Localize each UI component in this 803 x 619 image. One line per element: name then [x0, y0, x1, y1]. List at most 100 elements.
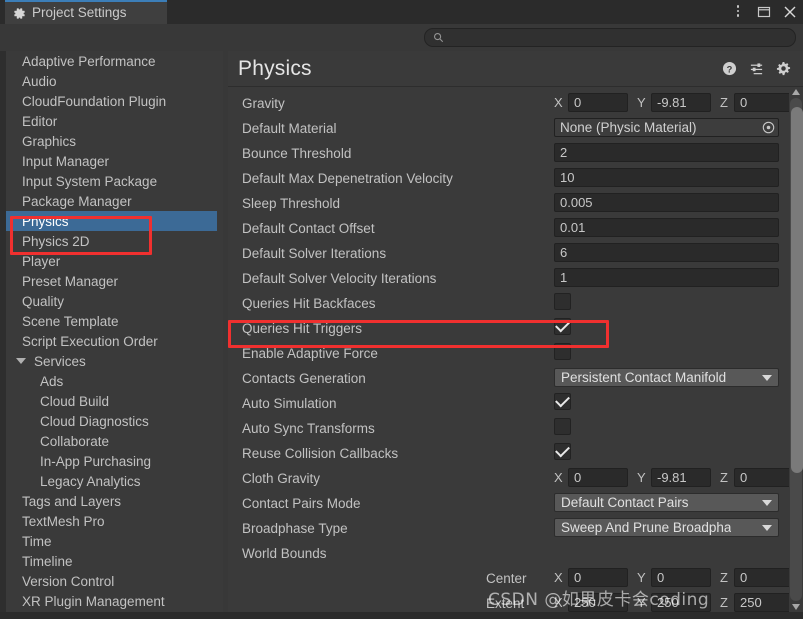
vector3-z-input[interactable]: 0: [734, 568, 794, 587]
vector3-x-input[interactable]: 0: [568, 568, 628, 587]
sidebar-item-scene-template[interactable]: Scene Template: [6, 311, 223, 331]
sidebar-item-audio[interactable]: Audio: [6, 71, 223, 91]
setting-control-contact-pairs-mode[interactable]: Default Contact Pairs: [554, 493, 779, 512]
sidebar-item-physics[interactable]: Physics: [6, 211, 217, 231]
sidebar-item-collaborate[interactable]: Collaborate: [6, 431, 223, 451]
setting-control-bounce-threshold[interactable]: 2: [554, 143, 779, 162]
search-input[interactable]: [444, 31, 787, 44]
text-input-default-max-depenetration-velocity[interactable]: 10: [554, 168, 779, 187]
settings-category-list[interactable]: Adaptive Performance Audio CloudFoundation…: [6, 51, 223, 612]
sidebar-item-adaptive-performance[interactable]: Adaptive Performance: [6, 51, 223, 71]
sidebar-item-script-execution-order[interactable]: Script Execution Order: [6, 331, 223, 351]
vector3-x-input[interactable]: 0: [568, 93, 628, 112]
dropdown-contacts-generation[interactable]: Persistent Contact Manifold: [554, 368, 779, 387]
checkbox-enable-adaptive-force[interactable]: [554, 343, 571, 360]
checkbox-reuse-collision-callbacks[interactable]: [554, 443, 571, 460]
setting-control-queries-hit-triggers[interactable]: [554, 318, 571, 335]
sidebar-item-input-manager[interactable]: Input Manager: [6, 151, 223, 171]
search-box[interactable]: [424, 28, 796, 47]
scroll-down-arrow-icon[interactable]: [792, 604, 800, 610]
scroll-up-arrow-icon[interactable]: [792, 89, 800, 95]
setting-control-default-contact-offset[interactable]: 0.01: [554, 218, 779, 237]
text-input-bounce-threshold[interactable]: 2: [554, 143, 779, 162]
sidebar-item-cloudfoundation-plugin[interactable]: CloudFoundation Plugin: [6, 91, 223, 111]
setting-control-default-max-depenetration-velocity[interactable]: 10: [554, 168, 779, 187]
vector3-field[interactable]: X 0 Y -9.81 Z 0: [554, 468, 794, 487]
vector3-y-input[interactable]: 0: [651, 568, 711, 587]
vector3-z-input[interactable]: 0: [734, 468, 794, 487]
checkbox-auto-sync-transforms[interactable]: [554, 418, 571, 435]
chevron-down-icon[interactable]: [762, 524, 772, 531]
vertical-scrollbar[interactable]: [789, 87, 803, 612]
scrollbar-track[interactable]: [790, 98, 803, 601]
sidebar-item-physics-2d[interactable]: Physics 2D: [6, 231, 223, 251]
setting-control-auto-sync-transforms[interactable]: [554, 418, 571, 435]
sidebar-item-in-app-purchasing[interactable]: In-App Purchasing: [6, 451, 223, 471]
vector3-x-input[interactable]: 0: [568, 468, 628, 487]
sidebar-item-package-manager[interactable]: Package Manager: [6, 191, 223, 211]
close-icon[interactable]: [783, 5, 797, 19]
chevron-down-icon[interactable]: [762, 374, 772, 381]
text-input-default-solver-velocity-iterations[interactable]: 1: [554, 268, 779, 287]
vector3-y-input[interactable]: -9.81: [651, 468, 711, 487]
sidebar-item-ads[interactable]: Ads: [6, 371, 223, 391]
world-bounds-control-extent[interactable]: X 250 Y 250 Z 250: [554, 593, 794, 612]
settings-gear-icon[interactable]: [776, 61, 791, 76]
sidebar-item-legacy-analytics[interactable]: Legacy Analytics: [6, 471, 223, 491]
dropdown-contact-pairs-mode[interactable]: Default Contact Pairs: [554, 493, 779, 512]
world-bounds-control-center[interactable]: X0Y0Z0: [554, 568, 794, 587]
setting-control-auto-simulation[interactable]: [554, 393, 571, 410]
sidebar-item-input-system-package[interactable]: Input System Package: [6, 171, 223, 191]
chevron-down-icon[interactable]: [16, 358, 26, 364]
vector3-field[interactable]: X 0 Y -9.81 Z 0: [554, 93, 794, 112]
sidebar-item-cloud-diagnostics[interactable]: Cloud Diagnostics: [6, 411, 223, 431]
vector3-z-input[interactable]: 250: [734, 593, 794, 612]
tab-project-settings[interactable]: Project Settings: [5, 0, 167, 24]
sidebar-item-cloud-build[interactable]: Cloud Build: [6, 391, 223, 411]
sidebar-item-timeline[interactable]: Timeline: [6, 551, 223, 571]
setting-control-reuse-collision-callbacks[interactable]: [554, 443, 571, 460]
kebab-menu-icon[interactable]: [731, 5, 745, 19]
sidebar-item-xr-plugin-management[interactable]: XR Plugin Management: [6, 591, 223, 611]
sidebar-item-tags-and-layers[interactable]: Tags and Layers: [6, 491, 223, 511]
sidebar-item-time[interactable]: Time: [6, 531, 223, 551]
vector3-field[interactable]: X 250 Y 250 Z 250: [554, 593, 794, 612]
setting-control-gravity[interactable]: X 0 Y -9.81 Z 0: [554, 93, 794, 112]
help-icon[interactable]: ?: [722, 61, 737, 76]
sidebar-item-textmesh-pro[interactable]: TextMesh Pro: [6, 511, 223, 531]
sidebar-item-graphics[interactable]: Graphics: [6, 131, 223, 151]
checkbox-queries-hit-backfaces[interactable]: [554, 293, 571, 310]
sidebar-item-services[interactable]: Services: [6, 351, 223, 371]
sidebar-item-version-control[interactable]: Version Control: [6, 571, 223, 591]
dropdown-broadphase-type[interactable]: Sweep And Prune Broadpha: [554, 518, 779, 537]
setting-control-default-solver-iterations[interactable]: 6: [554, 243, 779, 262]
vector3-y-input[interactable]: 250: [651, 593, 711, 612]
object-picker-icon[interactable]: [760, 119, 777, 136]
vector3-field[interactable]: X0Y0Z0: [554, 568, 794, 587]
vector3-y-input[interactable]: -9.81: [651, 93, 711, 112]
chevron-down-icon[interactable]: [762, 499, 772, 506]
setting-control-broadphase-type[interactable]: Sweep And Prune Broadpha: [554, 518, 779, 537]
checkbox-queries-hit-triggers[interactable]: [554, 318, 571, 335]
text-input-sleep-threshold[interactable]: 0.005: [554, 193, 779, 212]
sidebar-item-quality[interactable]: Quality: [6, 291, 223, 311]
vector3-x-input[interactable]: 250: [568, 593, 628, 612]
maximize-icon[interactable]: [757, 5, 771, 19]
preset-icon[interactable]: [749, 61, 764, 76]
text-input-default-contact-offset[interactable]: 0.01: [554, 218, 779, 237]
sidebar-item-editor[interactable]: Editor: [6, 111, 223, 131]
setting-control-default-solver-velocity-iterations[interactable]: 1: [554, 268, 779, 287]
setting-control-cloth-gravity[interactable]: X 0 Y -9.81 Z 0: [554, 468, 794, 487]
scrollbar-thumb[interactable]: [791, 107, 803, 473]
setting-control-contacts-generation[interactable]: Persistent Contact Manifold: [554, 368, 779, 387]
setting-control-queries-hit-backfaces[interactable]: [554, 293, 571, 310]
vector3-z-input[interactable]: 0: [734, 93, 794, 112]
sidebar-item-player[interactable]: Player: [6, 251, 223, 271]
sidebar-item-preset-manager[interactable]: Preset Manager: [6, 271, 223, 291]
object-field-default-material[interactable]: None (Physic Material): [554, 118, 779, 137]
text-input-default-solver-iterations[interactable]: 6: [554, 243, 779, 262]
setting-control-sleep-threshold[interactable]: 0.005: [554, 193, 779, 212]
checkbox-auto-simulation[interactable]: [554, 393, 571, 410]
setting-control-enable-adaptive-force[interactable]: [554, 343, 571, 360]
setting-control-default-material[interactable]: None (Physic Material): [554, 118, 779, 137]
